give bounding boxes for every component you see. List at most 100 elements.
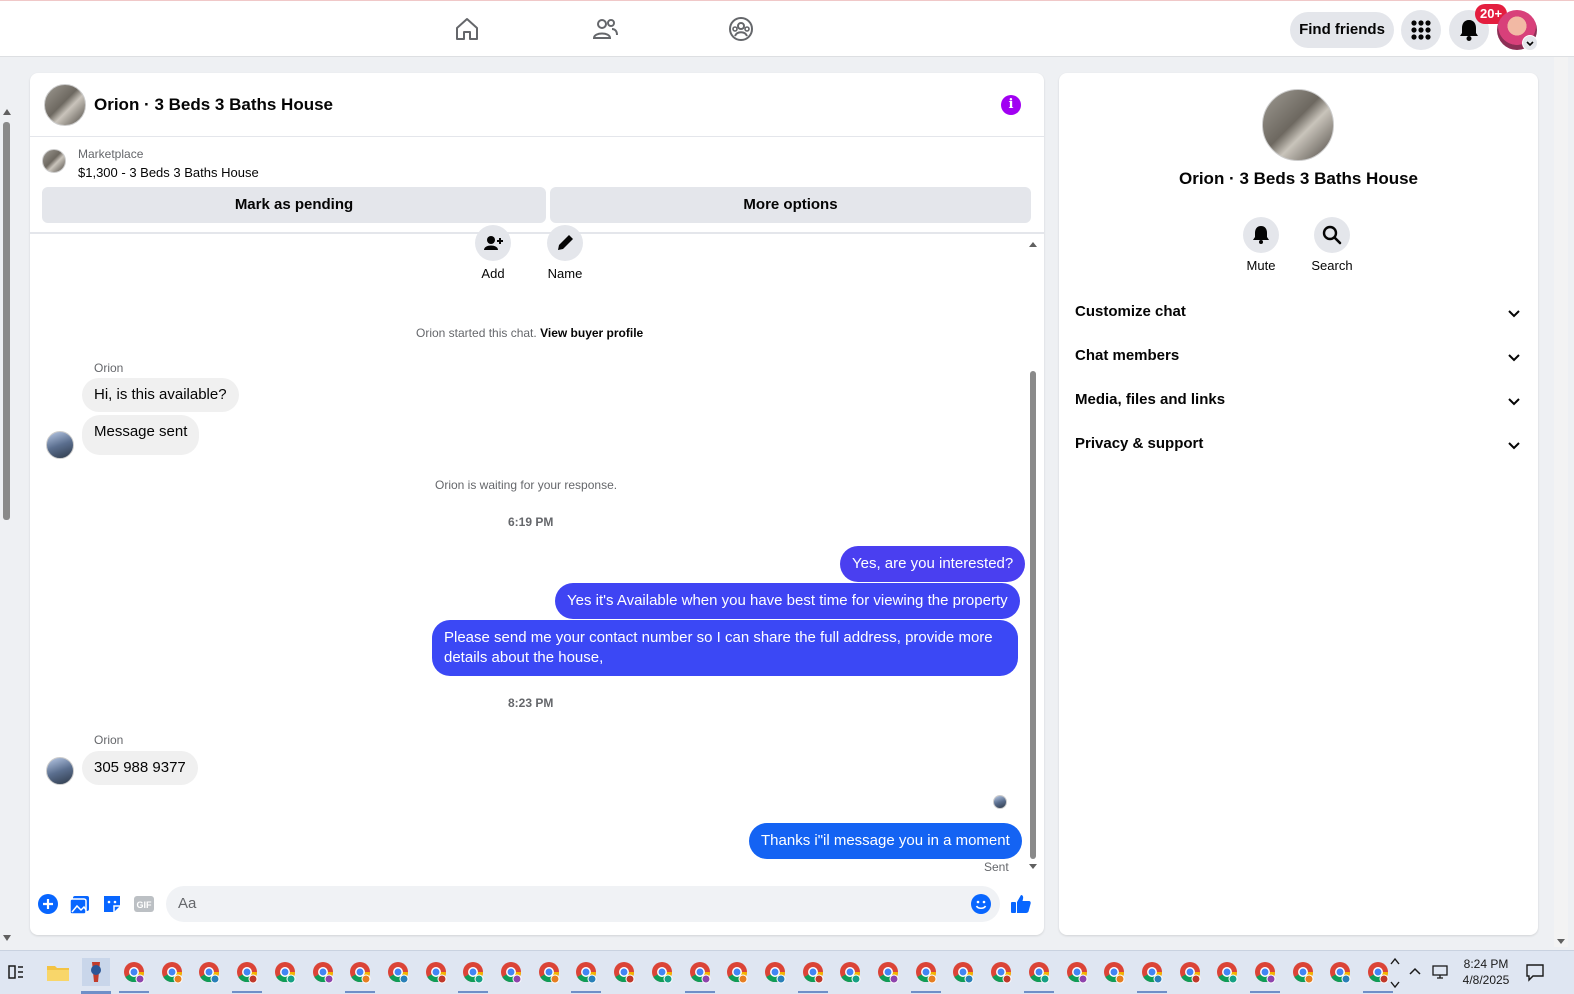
chrome-window-icon[interactable]	[648, 958, 676, 986]
privacy-support-section[interactable]: Privacy & support	[1075, 425, 1522, 465]
chrome-window-icon[interactable]	[723, 958, 751, 986]
chevron-down-icon	[1508, 398, 1520, 406]
chat-started-text: Orion started this chat.	[416, 326, 537, 340]
chrome-window-icon[interactable]	[309, 958, 337, 986]
mute-button[interactable]	[1243, 217, 1279, 253]
outgoing-message[interactable]: Yes, are you interested?	[840, 546, 1026, 582]
menu-button[interactable]	[1401, 10, 1441, 50]
task-view-icon[interactable]	[2, 958, 30, 986]
tray-scroll-icon[interactable]	[1388, 955, 1402, 991]
divider	[30, 232, 1044, 234]
chrome-window-icon[interactable]	[384, 958, 412, 986]
more-options-button[interactable]: More options	[550, 187, 1031, 223]
notification-center-icon[interactable]	[1524, 961, 1546, 983]
find-friends-button[interactable]: Find friends	[1290, 12, 1394, 48]
chrome-window-icon[interactable]	[761, 958, 789, 986]
groups-icon[interactable]	[727, 15, 755, 43]
chrome-window-icon[interactable]	[686, 958, 714, 986]
friends-icon[interactable]	[591, 15, 619, 43]
top-navigation-bar: Find friends 20+	[0, 0, 1574, 57]
window-scrollbar[interactable]	[1554, 57, 1568, 947]
listing-thumbnail[interactable]	[42, 149, 66, 173]
home-icon[interactable]	[453, 15, 481, 43]
chrome-window-icon[interactable]	[459, 958, 487, 986]
customize-chat-section[interactable]: Customize chat	[1075, 293, 1522, 333]
sent-status: Sent	[984, 860, 1009, 874]
page-scrollbar[interactable]	[0, 100, 14, 945]
info-icon[interactable]: i	[1001, 95, 1021, 115]
chrome-window-icon[interactable]	[233, 958, 261, 986]
search-button[interactable]	[1314, 217, 1350, 253]
add-people-button[interactable]	[475, 225, 511, 261]
clock-date: 4/8/2025	[1462, 973, 1510, 987]
listing-large-avatar[interactable]	[1262, 89, 1334, 161]
sender-avatar[interactable]	[46, 431, 74, 459]
open-window-indicator	[119, 991, 149, 993]
chrome-window-icon[interactable]	[271, 958, 299, 986]
chat-panel: Orion · 3 Beds 3 Baths House i Marketpla…	[30, 73, 1044, 935]
open-window-indicator	[1250, 991, 1280, 993]
name-chat-button[interactable]	[547, 225, 583, 261]
chrome-window-icon[interactable]	[1326, 958, 1354, 986]
chrome-window-icon[interactable]	[836, 958, 864, 986]
sticker-icon[interactable]	[101, 893, 123, 915]
chrome-window-icon[interactable]	[158, 958, 186, 986]
chat-members-section[interactable]: Chat members	[1075, 337, 1522, 377]
message-input-container[interactable]	[166, 886, 1000, 922]
outgoing-message[interactable]: Please send me your contact number so I …	[432, 620, 1018, 676]
listing-title[interactable]: $1,300 - 3 Beds 3 Baths House	[78, 165, 259, 180]
chat-title[interactable]: Orion · 3 Beds 3 Baths House	[94, 95, 333, 115]
gif-icon[interactable]: GIF	[133, 893, 155, 915]
chrome-window-icon[interactable]	[1176, 958, 1204, 986]
emoji-icon[interactable]	[970, 893, 992, 915]
timestamp: 8:23 PM	[508, 696, 554, 710]
chrome-window-icon[interactable]	[987, 958, 1015, 986]
chrome-window-icon[interactable]	[1138, 958, 1166, 986]
chrome-window-icon[interactable]	[1063, 958, 1091, 986]
chrome-window-icon[interactable]	[874, 958, 902, 986]
account-menu-chevron[interactable]	[1522, 35, 1538, 51]
chrome-window-icon[interactable]	[572, 958, 600, 986]
media-files-links-section[interactable]: Media, files and links	[1075, 381, 1522, 421]
chrome-window-icon[interactable]	[610, 958, 638, 986]
chrome-window-icon[interactable]	[497, 958, 525, 986]
info-panel-title[interactable]: Orion · 3 Beds 3 Baths House	[1059, 169, 1538, 189]
chrome-window-icon[interactable]	[422, 958, 450, 986]
chrome-window-icon[interactable]	[1213, 958, 1241, 986]
incoming-message[interactable]: Hi, is this available?	[82, 378, 239, 412]
thumbs-up-icon[interactable]	[1010, 893, 1032, 915]
outgoing-message[interactable]: Thanks i"il message you in a moment	[749, 823, 1022, 859]
chevron-up-icon[interactable]	[1406, 963, 1424, 981]
chrome-window-icon[interactable]	[1289, 958, 1317, 986]
photo-icon[interactable]	[69, 893, 91, 915]
sender-avatar[interactable]	[46, 757, 74, 785]
chrome-window-icon[interactable]	[346, 958, 374, 986]
chrome-window-icon[interactable]	[1025, 958, 1053, 986]
outgoing-message[interactable]: Yes it's Available when you have best ti…	[555, 583, 1020, 619]
message-input[interactable]	[178, 895, 958, 912]
incoming-message[interactable]: 305 988 9377	[82, 751, 198, 785]
chrome-window-icon[interactable]	[949, 958, 977, 986]
chat-scrollbar[interactable]	[1026, 239, 1040, 871]
chrome-window-icon[interactable]	[1251, 958, 1279, 986]
network-icon[interactable]	[1430, 962, 1450, 982]
incoming-message[interactable]: Message sent	[82, 415, 200, 455]
listing-avatar[interactable]	[44, 84, 86, 126]
file-explorer-icon[interactable]	[44, 958, 72, 986]
chrome-window-icon[interactable]	[195, 958, 223, 986]
chrome-window-icon[interactable]	[1100, 958, 1128, 986]
system-clock[interactable]: 8:24 PM 4/8/2025	[1454, 956, 1518, 988]
section-label: Customize chat	[1075, 303, 1186, 320]
pinned-app-icon[interactable]	[82, 958, 110, 986]
mark-as-pending-button[interactable]: Mark as pending	[42, 187, 546, 223]
view-buyer-profile-link[interactable]: View buyer profile	[540, 326, 643, 340]
chrome-window-icon[interactable]	[120, 958, 148, 986]
chevron-down-icon	[1526, 41, 1534, 47]
chrome-window-icon[interactable]	[799, 958, 827, 986]
chrome-window-icon[interactable]	[535, 958, 563, 986]
add-label: Add	[481, 266, 505, 281]
plus-circle-icon[interactable]	[37, 893, 59, 915]
sender-name: Orion	[94, 733, 124, 747]
chrome-window-icon[interactable]	[912, 958, 940, 986]
timestamp: 6:19 PM	[508, 515, 554, 529]
